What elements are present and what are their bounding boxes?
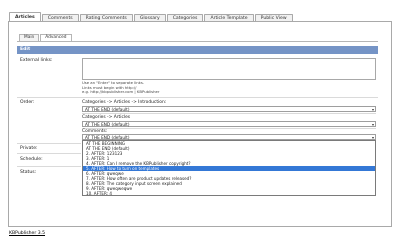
order-group2-label: Categories -> Articles	[82, 115, 131, 120]
order-group1-select[interactable]: AT THE END (default) ▾	[82, 106, 376, 112]
order-group1-value: AT THE END (default)	[85, 107, 130, 112]
order-label: Order:	[20, 100, 35, 105]
tab-main[interactable]: Main	[19, 34, 40, 41]
private-label: Private:	[20, 146, 38, 151]
external-links-hint-3: e.g. http://kbpublisher.com | KBPublishe…	[82, 89, 160, 94]
divider	[17, 97, 378, 98]
order-group2-value: AT THE END (default)	[85, 122, 130, 127]
external-links-textarea[interactable]	[82, 58, 376, 80]
divider	[82, 128, 376, 129]
schedule-label: Schedule:	[20, 157, 43, 162]
edit-header: Edit	[17, 46, 378, 54]
chevron-down-icon: ▾	[371, 107, 374, 112]
comments-order-dropdown-list[interactable]: AT THE BEGINNING AT THE END (default) 2.…	[82, 140, 376, 196]
order-group2-select[interactable]: AT THE END (default) ▾	[82, 121, 376, 127]
divider	[17, 153, 81, 154]
tab-advanced[interactable]: Advanced	[40, 34, 72, 41]
dropdown-option[interactable]: 10. AFTER: 4	[83, 191, 375, 195]
divider	[82, 113, 376, 114]
divider	[17, 143, 81, 144]
status-label: Status:	[20, 170, 37, 175]
inner-tab-bar: Main Advanced	[19, 34, 73, 41]
chevron-down-icon: ▾	[371, 122, 374, 127]
inner-tab-underline	[17, 41, 378, 42]
kbpublisher-version-link[interactable]: KBPublisher 3.5	[9, 231, 45, 236]
divider	[17, 166, 81, 167]
order-group1-label: Categories -> Articles -> Introduction:	[82, 100, 167, 105]
external-links-label: External links:	[20, 58, 53, 63]
